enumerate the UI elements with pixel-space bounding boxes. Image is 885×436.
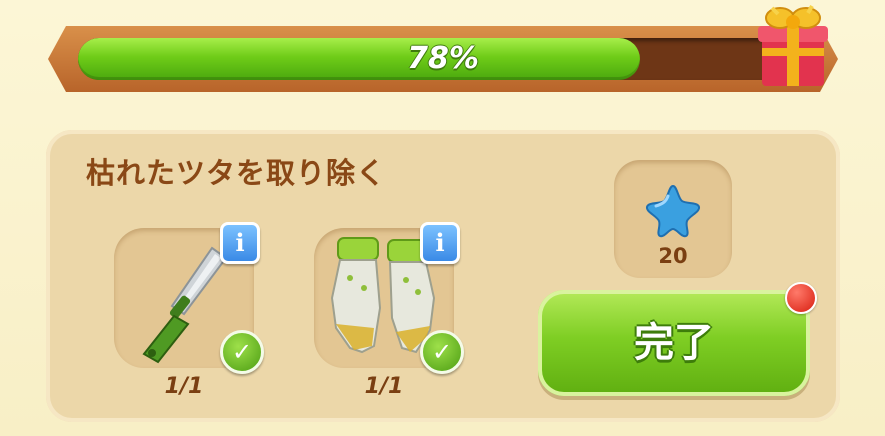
info-button-knife[interactable]: i	[220, 222, 260, 264]
complete-button[interactable]: 完了	[538, 290, 810, 396]
requirement-count-knife: 1/1	[164, 374, 204, 399]
notification-dot	[785, 282, 817, 314]
checkmark-icon: ✓	[220, 330, 264, 374]
reward-amount: 20	[658, 244, 688, 268]
progress-percent: 78%	[407, 41, 479, 76]
gift-box-icon[interactable]	[752, 0, 834, 90]
checkmark-icon: ✓	[420, 330, 464, 374]
game-screen: 78% 枯れたツタを取り除く i ✓ 1/1 i ✓ 1/1 20 完了	[0, 0, 885, 436]
blue-star-icon	[646, 184, 700, 238]
info-button-gloves[interactable]: i	[420, 222, 460, 264]
requirement-count-gloves: 1/1	[364, 374, 404, 399]
quest-title: 枯れたツタを取り除く	[86, 156, 387, 190]
